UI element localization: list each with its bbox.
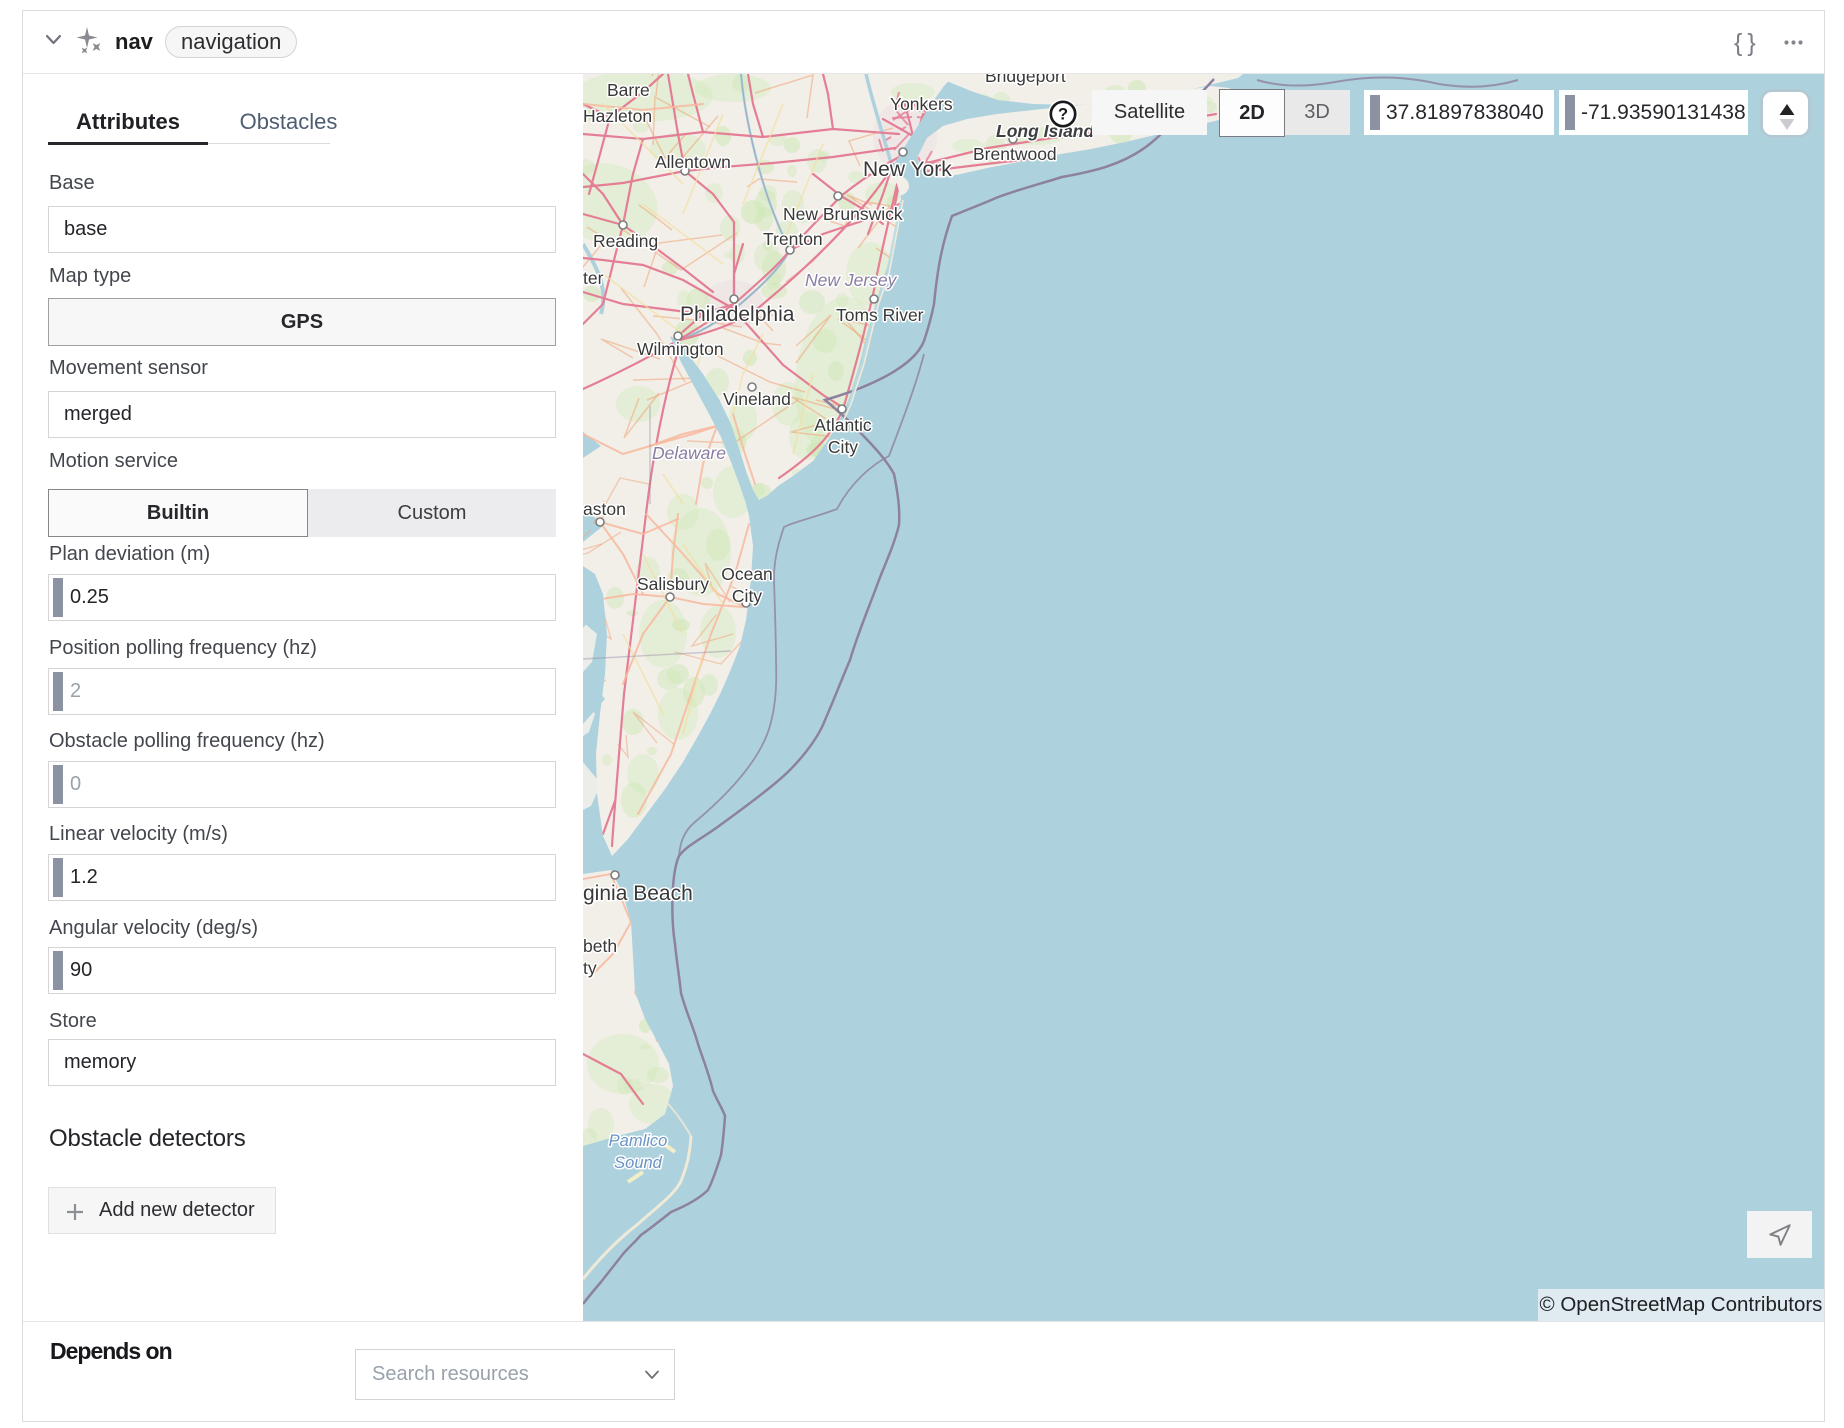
svg-text:Salisbury: Salisbury (637, 574, 709, 594)
svg-text:Atlantic: Atlantic (814, 415, 872, 435)
svg-text:Trenton: Trenton (763, 229, 823, 249)
svg-text:Brentwood: Brentwood (973, 144, 1057, 164)
svg-text:City: City (732, 586, 762, 606)
svg-text:Sound: Sound (614, 1154, 663, 1172)
svg-text:Yonkers: Yonkers (890, 94, 953, 114)
svg-text:Allentown: Allentown (655, 152, 731, 172)
svg-text:Wilmington: Wilmington (637, 339, 724, 359)
svg-text:Ocean: Ocean (721, 564, 773, 584)
svg-text:Pamlico: Pamlico (609, 1132, 668, 1150)
svg-text:ter: ter (583, 268, 604, 288)
svg-text:New Jersey: New Jersey (805, 270, 898, 290)
svg-text:Philadelphia: Philadelphia (680, 303, 795, 326)
svg-text:City: City (828, 437, 858, 457)
svg-text:Toms River: Toms River (836, 305, 924, 325)
svg-text:Vineland: Vineland (723, 389, 791, 409)
svg-text:ty: ty (583, 958, 597, 978)
svg-text:ginia Beach: ginia Beach (583, 882, 693, 905)
svg-text:Reading: Reading (593, 231, 658, 251)
svg-text:?: ? (1058, 106, 1068, 124)
svg-text:aston: aston (583, 499, 626, 519)
svg-text:Long Island: Long Island (996, 121, 1095, 141)
svg-text:Hazleton: Hazleton (583, 106, 652, 126)
svg-text:New Brunswick: New Brunswick (783, 204, 903, 224)
svg-text:Barre: Barre (607, 80, 650, 100)
svg-text:Bridgeport: Bridgeport (985, 74, 1066, 86)
svg-text:New York: New York (863, 158, 952, 181)
svg-text:Delaware: Delaware (652, 443, 726, 463)
svg-text:beth: beth (583, 936, 617, 956)
